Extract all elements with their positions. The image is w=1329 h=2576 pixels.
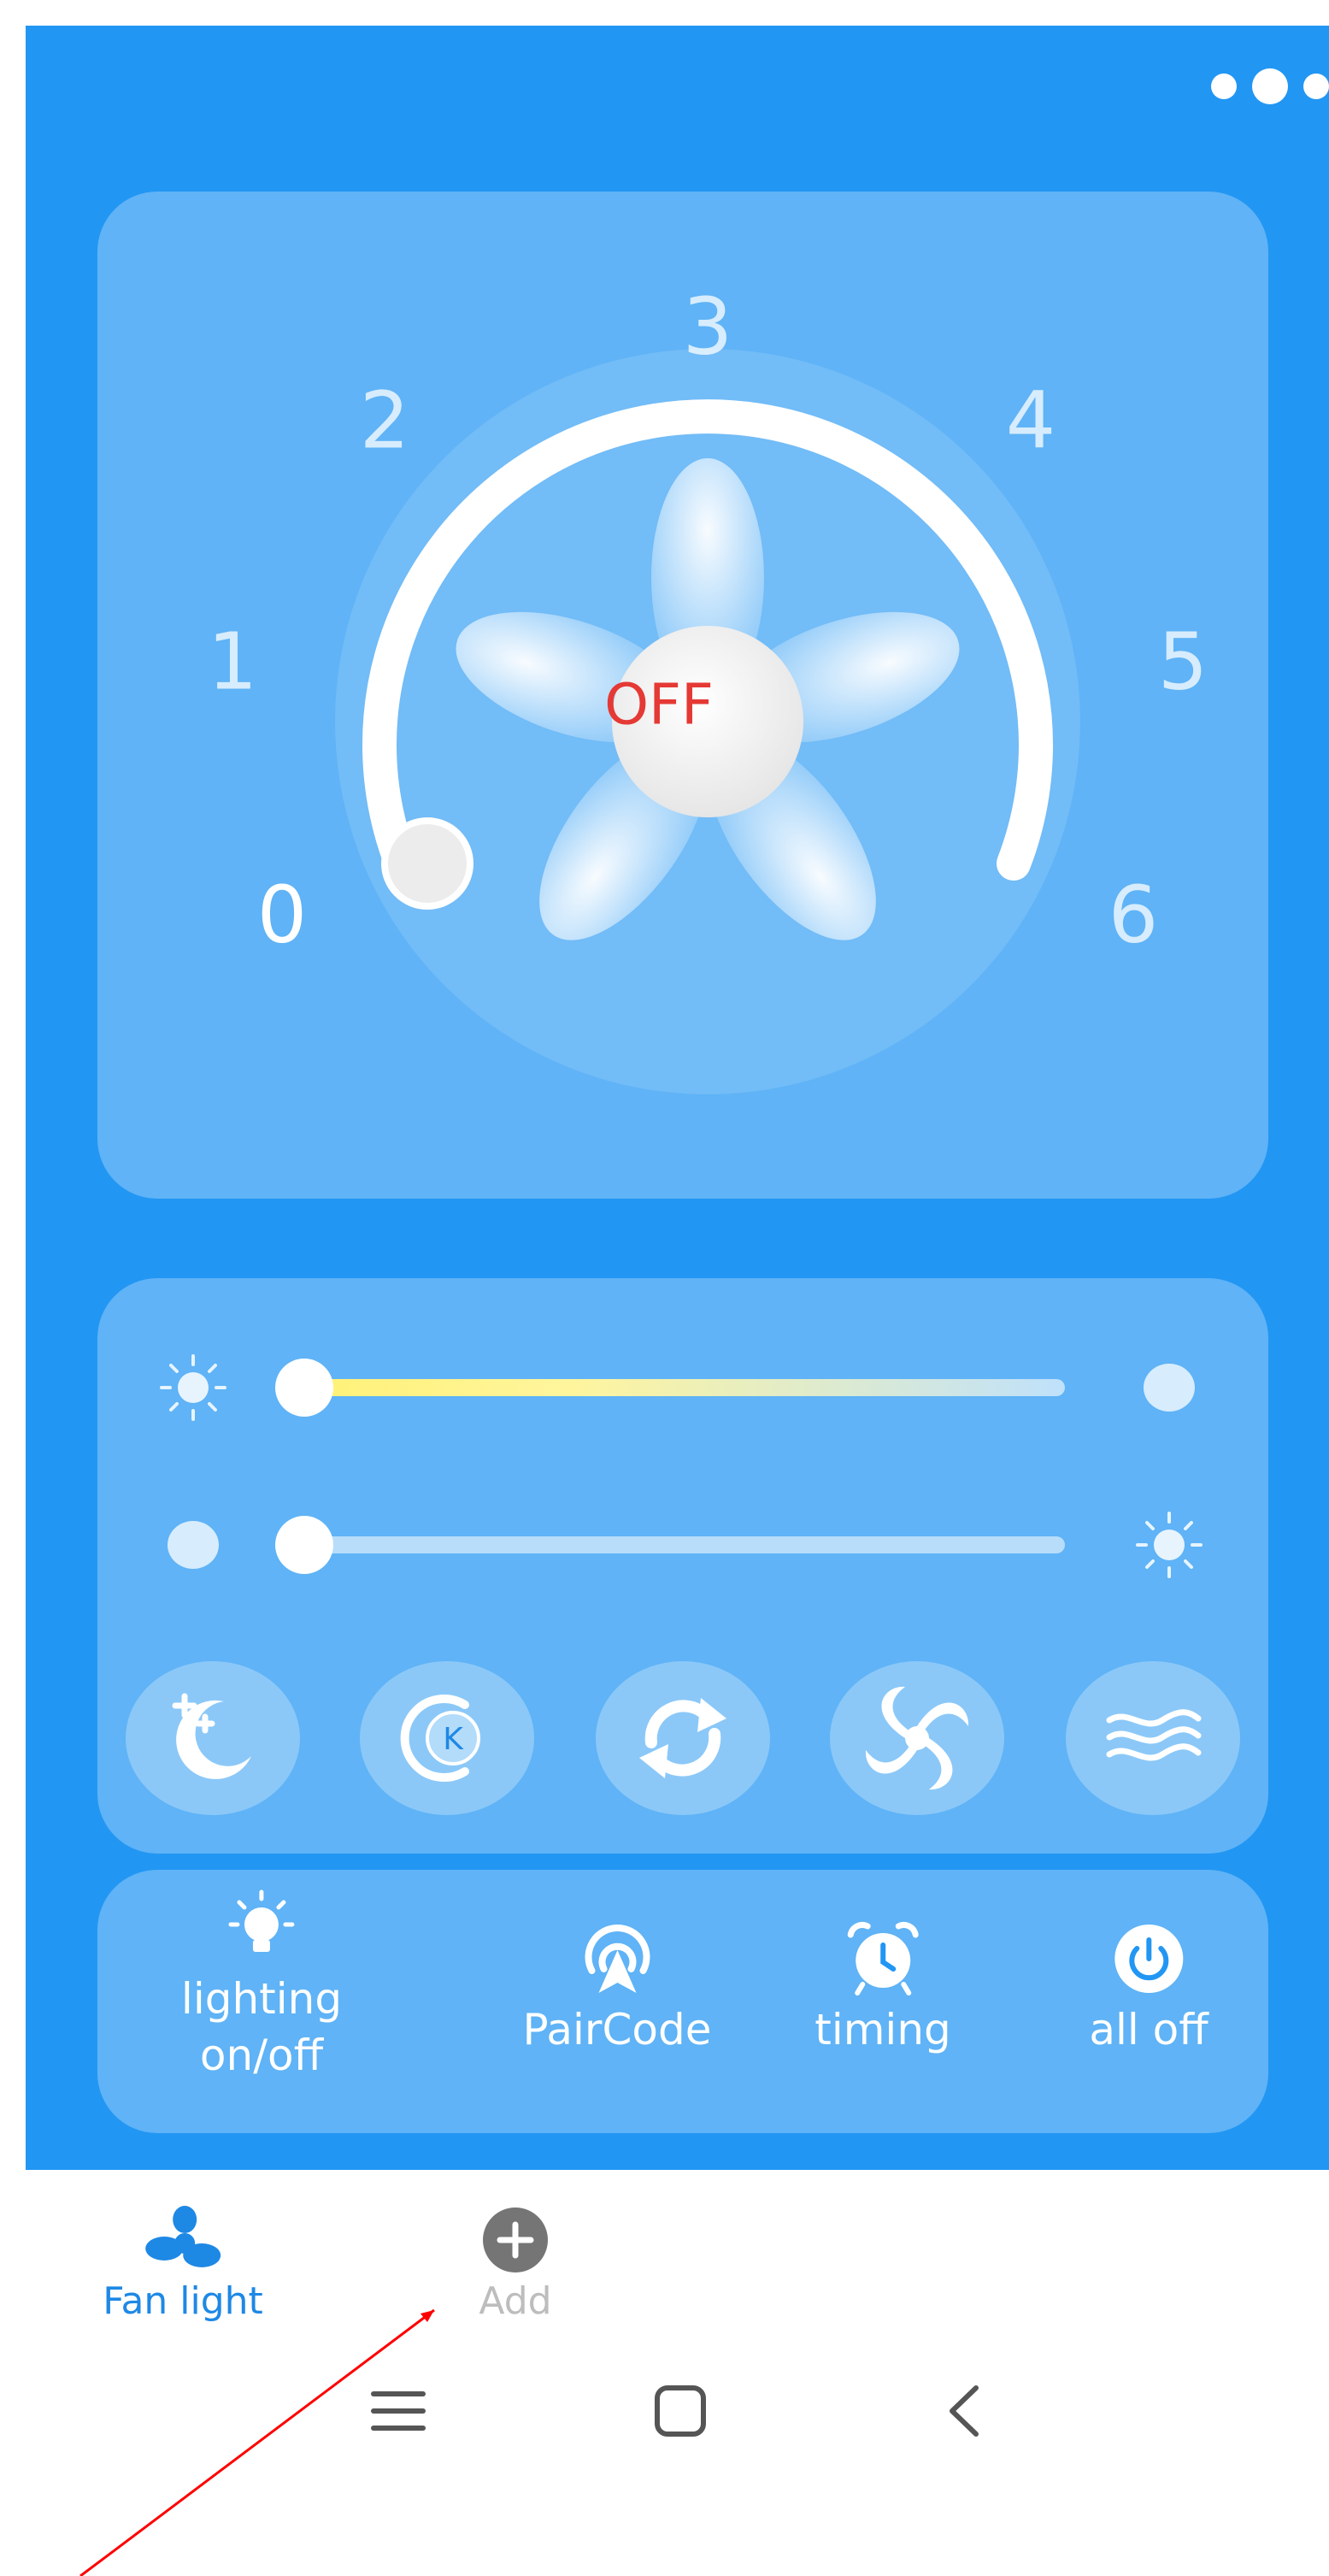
- tab-add[interactable]: Add: [474, 2206, 556, 2323]
- scale-label-2: 2: [359, 374, 410, 467]
- brightness-knob[interactable]: [275, 1359, 333, 1417]
- scale-label-5: 5: [1157, 616, 1208, 708]
- all-off-button[interactable]: all off: [1089, 1919, 1208, 2058]
- scale-label-4: 4: [1005, 374, 1056, 467]
- sun-icon: [1136, 1512, 1203, 1578]
- sun-icon: [160, 1354, 226, 1421]
- functions-card: lighting on/off PairCode timing all off: [97, 1870, 1268, 2133]
- paircode-button[interactable]: PairCode: [523, 1919, 712, 2058]
- fan-icon: [145, 2206, 221, 2267]
- alarm-clock-icon: [847, 1922, 919, 1995]
- timing-button[interactable]: timing: [814, 1919, 951, 2058]
- scale-label-3: 3: [682, 280, 733, 373]
- reverse-icon: [639, 1698, 726, 1778]
- all-off-label: all off: [1089, 2005, 1208, 2054]
- menu-icon[interactable]: [368, 2385, 428, 2437]
- lighting-card: K: [97, 1278, 1268, 1854]
- dot-icon: [1144, 1364, 1195, 1412]
- signal-icon: [585, 1925, 650, 1993]
- dial-knob[interactable]: [381, 817, 473, 910]
- tab-fan-light[interactable]: Fan light: [103, 2206, 263, 2323]
- add-icon: [483, 2208, 548, 2272]
- brightness-track[interactable]: [304, 1379, 1065, 1396]
- power-icon: [1114, 1925, 1183, 1993]
- more-dots-icon[interactable]: [1211, 68, 1329, 104]
- natural-wind-icon: [865, 1686, 969, 1790]
- scale-label-6: 6: [1108, 869, 1159, 961]
- breeze-icon: [1106, 1709, 1202, 1761]
- color-temperature-button[interactable]: K: [360, 1661, 534, 1815]
- bulb-icon: [228, 1889, 295, 1952]
- natural-wind-button[interactable]: [830, 1661, 1004, 1815]
- color-temp-track[interactable]: [304, 1536, 1065, 1553]
- timing-label: timing: [814, 2005, 951, 2054]
- home-icon[interactable]: [650, 2381, 710, 2441]
- paircode-label: PairCode: [522, 2005, 712, 2054]
- dot-icon: [168, 1521, 219, 1569]
- back-icon[interactable]: [938, 2381, 990, 2441]
- reverse-button[interactable]: [596, 1661, 770, 1815]
- app-screen: OFF 0 1 2 3 4 5 6 K lighting on/off Pair…: [26, 26, 1329, 2170]
- color-temperature-icon: K: [400, 1695, 480, 1782]
- night-mode-icon: [172, 1693, 251, 1779]
- fan-speed-card: OFF 0 1 2 3 4 5 6: [97, 192, 1268, 1199]
- scale-label-1: 1: [207, 616, 258, 708]
- breeze-button[interactable]: [1066, 1661, 1240, 1815]
- night-mode-button[interactable]: [126, 1661, 300, 1815]
- lighting-label: lighting on/off: [180, 1974, 343, 2080]
- color-temp-knob[interactable]: [275, 1516, 333, 1574]
- tab-add-label: Add: [479, 2279, 552, 2323]
- tab-fan-light-label: Fan light: [103, 2279, 263, 2323]
- svg-text:K: K: [443, 1722, 464, 1757]
- scale-label-0: 0: [256, 869, 308, 961]
- lighting-toggle-button[interactable]: lighting on/off: [181, 1889, 342, 2084]
- off-label[interactable]: OFF: [604, 672, 714, 738]
